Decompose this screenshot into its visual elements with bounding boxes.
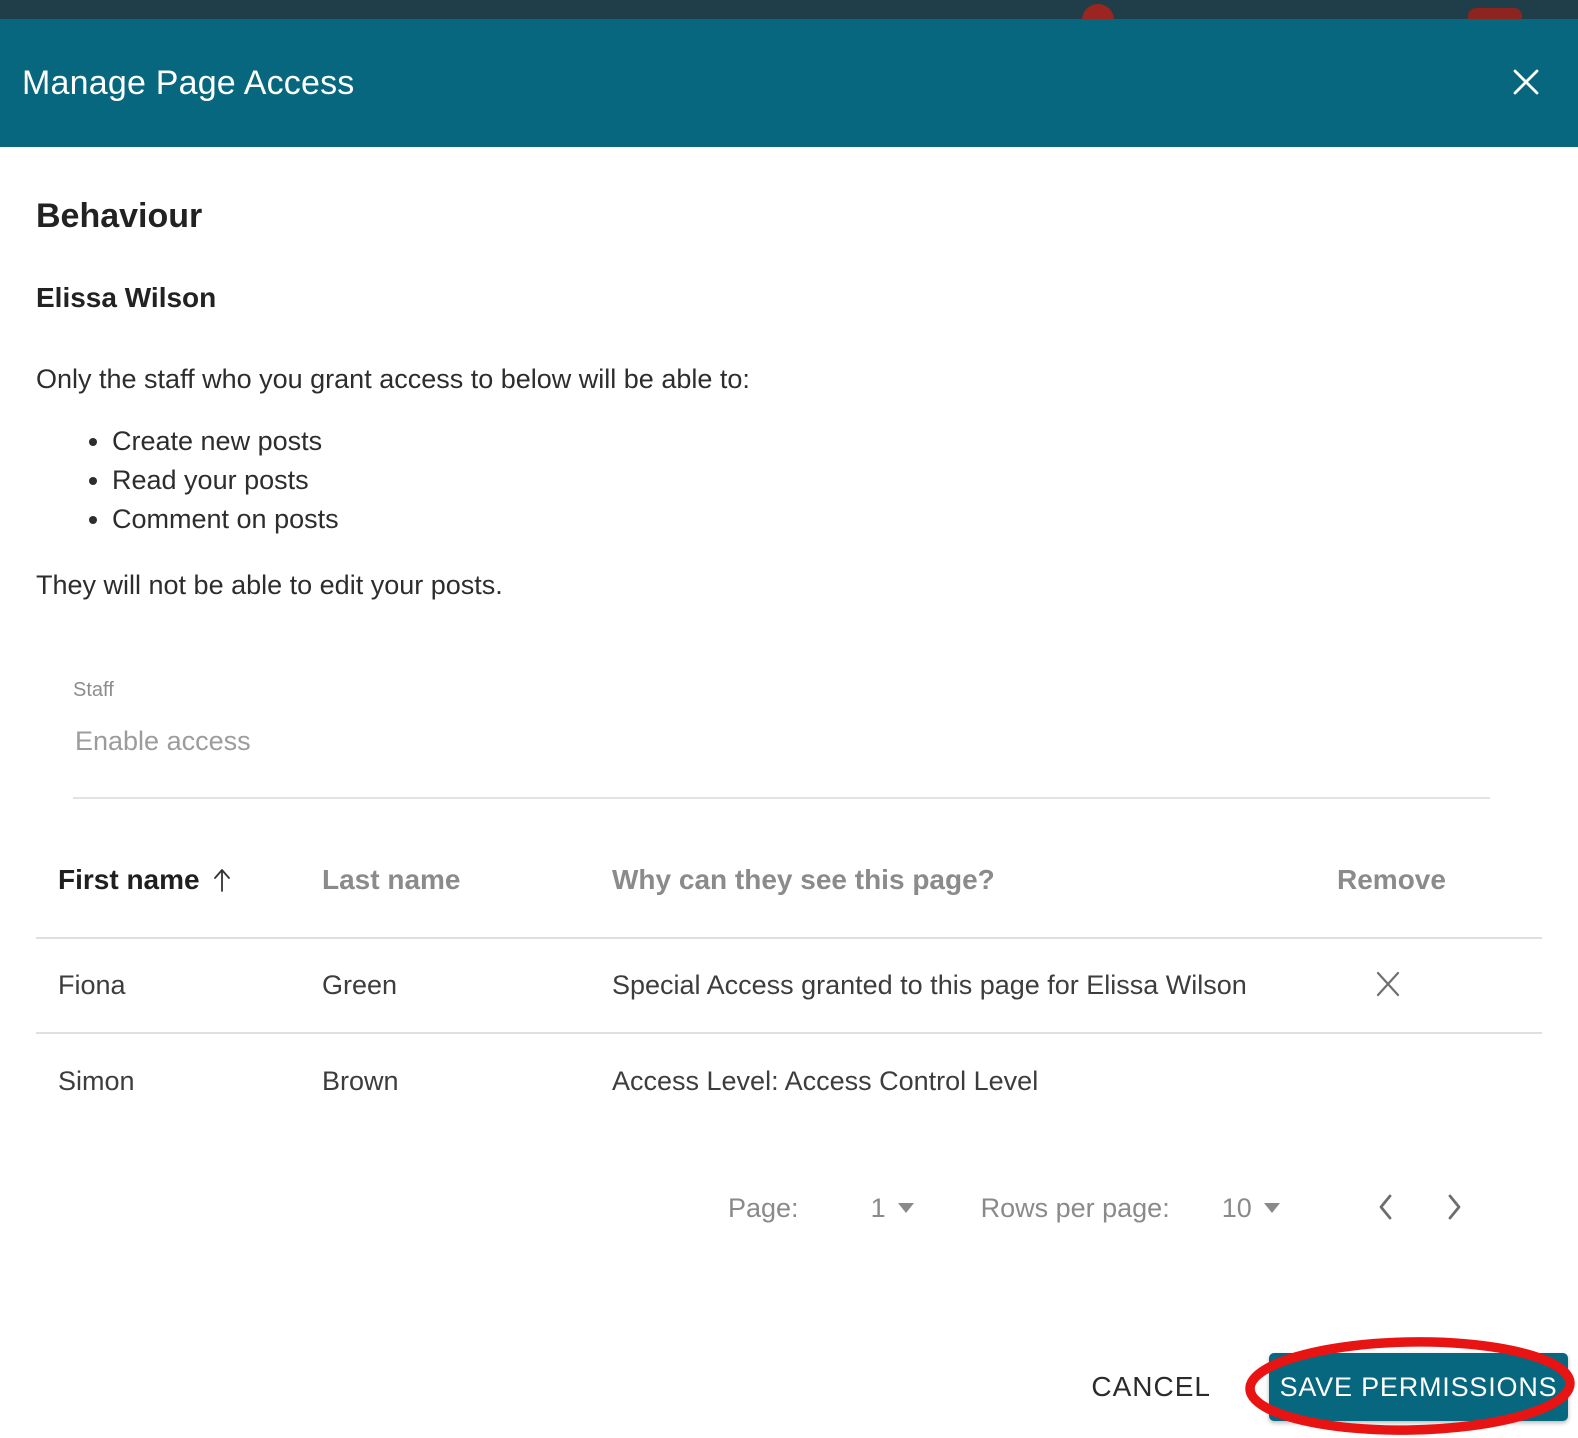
cell-last-name: Green: [322, 970, 398, 1001]
table-row: Fiona Green Special Access granted to th…: [36, 939, 1542, 1035]
column-header-label: Remove: [1337, 864, 1446, 896]
caret-down-icon: [1263, 1203, 1280, 1214]
caret-down-icon: [897, 1203, 914, 1214]
staff-field: Staff: [73, 679, 1542, 800]
previous-page-button[interactable]: [1372, 1188, 1398, 1229]
remove-row-button[interactable]: [1373, 969, 1403, 1002]
dialog-title: Manage Page Access: [22, 63, 355, 102]
intro-text: Only the staff who you grant access to b…: [36, 364, 750, 395]
rows-per-page-select[interactable]: 10: [1222, 1193, 1280, 1224]
dialog-header: Manage Page Access: [0, 19, 1578, 147]
x-icon: [1373, 969, 1403, 1002]
arrow-up-icon: [212, 867, 232, 893]
notification-badge-icon: [1082, 4, 1114, 19]
chevron-left-icon: [1376, 1192, 1394, 1225]
table-row: Simon Brown Access Level: Access Control…: [36, 1034, 1542, 1129]
owner-name: Elissa Wilson: [36, 282, 217, 314]
dialog-body: Behaviour Elissa Wilson Only the staff w…: [0, 197, 1578, 1249]
background-app-bar: [0, 0, 1578, 19]
cancel-button[interactable]: CANCEL: [1085, 1370, 1217, 1404]
close-button[interactable]: [1510, 66, 1542, 101]
next-page-button[interactable]: [1442, 1188, 1468, 1229]
permissions-list: Create new posts Read your posts Comment…: [36, 423, 1542, 538]
screen: Manage Page Access Behaviour Elissa Wils…: [0, 0, 1578, 1438]
background-red-button: [1468, 8, 1522, 19]
cell-reason: Special Access granted to this page for …: [612, 970, 1247, 1001]
chevron-right-icon: [1446, 1192, 1464, 1225]
page-title: Behaviour: [36, 197, 203, 235]
note-text: They will not be able to edit your posts…: [36, 570, 503, 601]
cell-first-name: Fiona: [58, 970, 126, 1001]
rows-per-page-value: 10: [1221, 1192, 1252, 1223]
page-label: Page:: [728, 1192, 799, 1223]
dialog-actions: CANCEL SAVE PERMISSIONS: [1085, 1353, 1568, 1421]
cell-first-name: Simon: [58, 1066, 135, 1097]
save-permissions-button[interactable]: SAVE PERMISSIONS: [1269, 1353, 1568, 1421]
pagination: Page: 1 Rows per page: 10: [36, 1167, 1542, 1249]
close-icon: [1510, 66, 1542, 101]
cell-reason: Access Level: Access Control Level: [612, 1066, 1039, 1097]
page-select[interactable]: 1: [871, 1193, 914, 1224]
column-header-reason[interactable]: Why can they see this page?: [612, 864, 1337, 896]
staff-field-label: Staff: [73, 679, 114, 702]
rows-per-page-label: Rows per page:: [980, 1192, 1170, 1223]
enable-access-input[interactable]: [73, 716, 1490, 800]
column-header-last-name[interactable]: Last name: [322, 864, 612, 896]
column-header-label: Why can they see this page?: [612, 864, 995, 896]
table-header-row: First name Last name Why can they see th…: [36, 823, 1542, 940]
list-item: Read your posts: [112, 462, 1542, 499]
access-table: First name Last name Why can they see th…: [36, 823, 1542, 1129]
column-header-remove: Remove: [1337, 864, 1542, 896]
list-item: Comment on posts: [112, 501, 1542, 538]
list-item: Create new posts: [112, 423, 1542, 460]
cell-last-name: Brown: [322, 1066, 399, 1097]
column-header-label: Last name: [322, 864, 461, 896]
column-header-first-name[interactable]: First name: [58, 864, 322, 896]
column-header-label: First name: [58, 864, 200, 896]
page-select-value: 1: [870, 1192, 886, 1223]
manage-page-access-dialog: Manage Page Access Behaviour Elissa Wils…: [0, 19, 1578, 1438]
